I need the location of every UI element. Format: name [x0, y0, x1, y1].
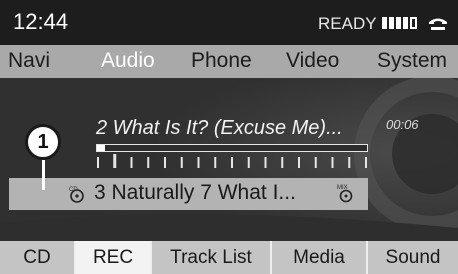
callout-line	[42, 160, 45, 190]
next-track-row[interactable]: CD 3 Naturally 7 What I... MIX	[9, 178, 368, 210]
tab-video[interactable]: Video	[286, 49, 339, 73]
bottom-menu: CD REC Track List Media Sound	[0, 241, 458, 274]
status-bar: 12:44 READY	[0, 0, 458, 45]
tab-track-list[interactable]: Track List	[152, 241, 270, 274]
svg-text:CD: CD	[69, 187, 78, 193]
progress-ticks	[97, 154, 367, 168]
signal-strength-icon	[382, 17, 417, 29]
phone-handset-icon	[429, 18, 447, 30]
track-title: 2 What Is It? (Excuse Me)...	[96, 117, 343, 139]
tab-cd[interactable]: CD	[0, 241, 74, 274]
tab-media[interactable]: Media	[272, 241, 366, 274]
callout-marker: 1	[25, 124, 61, 160]
tab-audio[interactable]: Audio	[101, 49, 155, 73]
clock: 12:44	[13, 9, 69, 34]
tab-rec[interactable]: REC	[76, 241, 150, 274]
ready-status: READY	[318, 14, 377, 33]
tab-phone[interactable]: Phone	[191, 49, 252, 73]
tab-sound[interactable]: Sound	[368, 241, 458, 274]
top-menu: Navi Audio Phone Video System	[0, 45, 458, 78]
audio-screen: 12:44 READY Navi Audio Phone Video Syste…	[0, 0, 458, 274]
next-track-label: 3 Naturally 7 What I...	[94, 181, 296, 204]
elapsed-time: 00:06	[386, 117, 419, 132]
cd-icon: CD	[69, 187, 84, 203]
now-playing-panel: 2 What Is It? (Excuse Me)... 00:06 CD 3 …	[0, 78, 458, 241]
tab-navi[interactable]: Navi	[8, 49, 50, 73]
progress-bar[interactable]	[96, 144, 368, 152]
mix-icon: MIX	[337, 185, 353, 203]
progress-fill	[97, 145, 106, 151]
tab-system[interactable]: System	[377, 49, 447, 73]
